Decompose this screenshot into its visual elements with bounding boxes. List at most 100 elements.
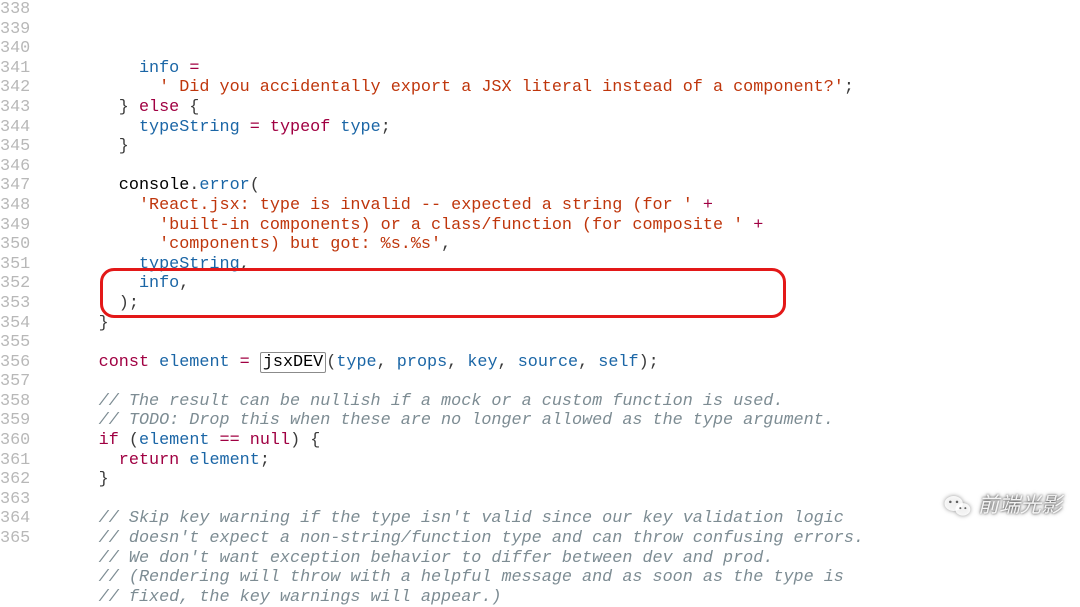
code-token <box>38 431 98 450</box>
code-line[interactable]: 'built-in components) or a class/functio… <box>38 216 864 236</box>
code-token: self <box>598 353 638 372</box>
code-token <box>38 568 98 587</box>
code-token: } <box>38 314 109 333</box>
code-editor: 3383393403413423433443453463473483493503… <box>0 0 1080 607</box>
code-line[interactable] <box>38 490 864 510</box>
code-line[interactable] <box>38 157 864 177</box>
code-line[interactable]: // (Rendering will throw with a helpful … <box>38 568 864 588</box>
code-line[interactable]: 'components) but got: %s.%s', <box>38 235 864 255</box>
code-token: element <box>159 353 230 372</box>
line-number: 345 <box>0 137 30 157</box>
code-panel[interactable]: info = ' Did you accidentally export a J… <box>38 0 864 607</box>
line-number: 365 <box>0 529 30 549</box>
code-line[interactable]: typeString = typeof type; <box>38 118 864 138</box>
code-line[interactable]: info, <box>38 274 864 294</box>
code-token: = <box>250 118 260 137</box>
line-number: 349 <box>0 216 30 236</box>
code-line[interactable]: } <box>38 137 864 157</box>
line-number: 352 <box>0 274 30 294</box>
line-number: 343 <box>0 98 30 118</box>
code-token: 'built-in components) or a class/functio… <box>159 216 743 235</box>
line-number: 363 <box>0 490 30 510</box>
line-number: 362 <box>0 470 30 490</box>
line-number: 354 <box>0 314 30 334</box>
code-line[interactable]: // doesn't expect a non-string/function … <box>38 529 864 549</box>
code-line[interactable]: return element; <box>38 451 864 471</box>
line-number: 353 <box>0 294 30 314</box>
line-number: 350 <box>0 235 30 255</box>
code-token <box>149 353 159 372</box>
line-number: 346 <box>0 157 30 177</box>
code-token: null <box>250 431 290 450</box>
code-line[interactable]: console.error( <box>38 176 864 196</box>
code-token: == <box>220 431 240 450</box>
code-line[interactable]: // The result can be nullish if a mock o… <box>38 392 864 412</box>
code-token: else <box>139 98 179 117</box>
code-token <box>38 78 159 97</box>
code-token: ; <box>844 78 854 97</box>
code-token: typeof <box>270 118 330 137</box>
code-token: if <box>99 431 119 450</box>
code-token: ( <box>326 353 336 372</box>
code-line[interactable] <box>38 372 864 392</box>
code-token <box>230 353 240 372</box>
code-token <box>38 216 159 235</box>
code-line[interactable]: } <box>38 314 864 334</box>
line-number: 347 <box>0 176 30 196</box>
code-token: // doesn't expect a non-string/function … <box>99 529 864 548</box>
code-line[interactable]: // TODO: Drop this when these are no lon… <box>38 411 864 431</box>
code-token: ) { <box>290 431 320 450</box>
line-number: 360 <box>0 431 30 451</box>
code-token <box>38 235 159 254</box>
code-token <box>38 588 98 607</box>
code-token: , <box>578 353 598 372</box>
code-line[interactable]: // We don't want exception behavior to d… <box>38 549 864 569</box>
code-token: // We don't want exception behavior to d… <box>99 549 774 568</box>
code-line[interactable]: 'React.jsx: type is invalid -- expected … <box>38 196 864 216</box>
code-line[interactable]: // fixed, the key warnings will appear.) <box>38 588 864 607</box>
line-number: 341 <box>0 59 30 79</box>
code-token: info <box>139 59 179 78</box>
line-number: 351 <box>0 255 30 275</box>
code-token: } <box>38 137 129 156</box>
code-token <box>38 176 119 195</box>
code-token: info <box>139 274 179 293</box>
code-token <box>38 255 139 274</box>
code-line[interactable] <box>38 333 864 353</box>
code-token: , <box>498 353 518 372</box>
code-token: ( <box>250 176 260 195</box>
code-token: , <box>447 353 467 372</box>
code-line[interactable]: typeString, <box>38 255 864 275</box>
line-number: 361 <box>0 451 30 471</box>
code-token <box>38 118 139 137</box>
line-number: 359 <box>0 411 30 431</box>
code-line[interactable]: ); <box>38 294 864 314</box>
code-token: jsxDEV <box>260 352 326 373</box>
code-line[interactable]: ' Did you accidentally export a JSX lite… <box>38 78 864 98</box>
code-token: = <box>240 353 250 372</box>
line-number: 355 <box>0 333 30 353</box>
line-number: 338 <box>0 0 30 20</box>
code-token: ' Did you accidentally export a JSX lite… <box>159 78 844 97</box>
code-token: type <box>336 353 376 372</box>
code-line[interactable]: } else { <box>38 98 864 118</box>
code-line[interactable]: } <box>38 470 864 490</box>
code-token: 'components) but got: %s.%s' <box>159 235 441 254</box>
code-token <box>179 59 189 78</box>
code-line[interactable]: // Skip key warning if the type isn't va… <box>38 509 864 529</box>
code-line[interactable]: info = <box>38 59 864 79</box>
code-token <box>743 216 753 235</box>
code-token: source <box>518 353 578 372</box>
code-token <box>38 549 98 568</box>
code-token: ; <box>381 118 391 137</box>
code-line[interactable]: if (element == null) { <box>38 431 864 451</box>
line-number: 344 <box>0 118 30 138</box>
line-number: 364 <box>0 509 30 529</box>
code-token <box>38 392 98 411</box>
code-token: ; <box>260 451 270 470</box>
code-token: } <box>38 98 139 117</box>
code-line[interactable]: const element = jsxDEV(type, props, key,… <box>38 353 864 373</box>
line-number: 356 <box>0 353 30 373</box>
line-number: 339 <box>0 20 30 40</box>
code-token: 'React.jsx: type is invalid -- expected … <box>139 196 693 215</box>
